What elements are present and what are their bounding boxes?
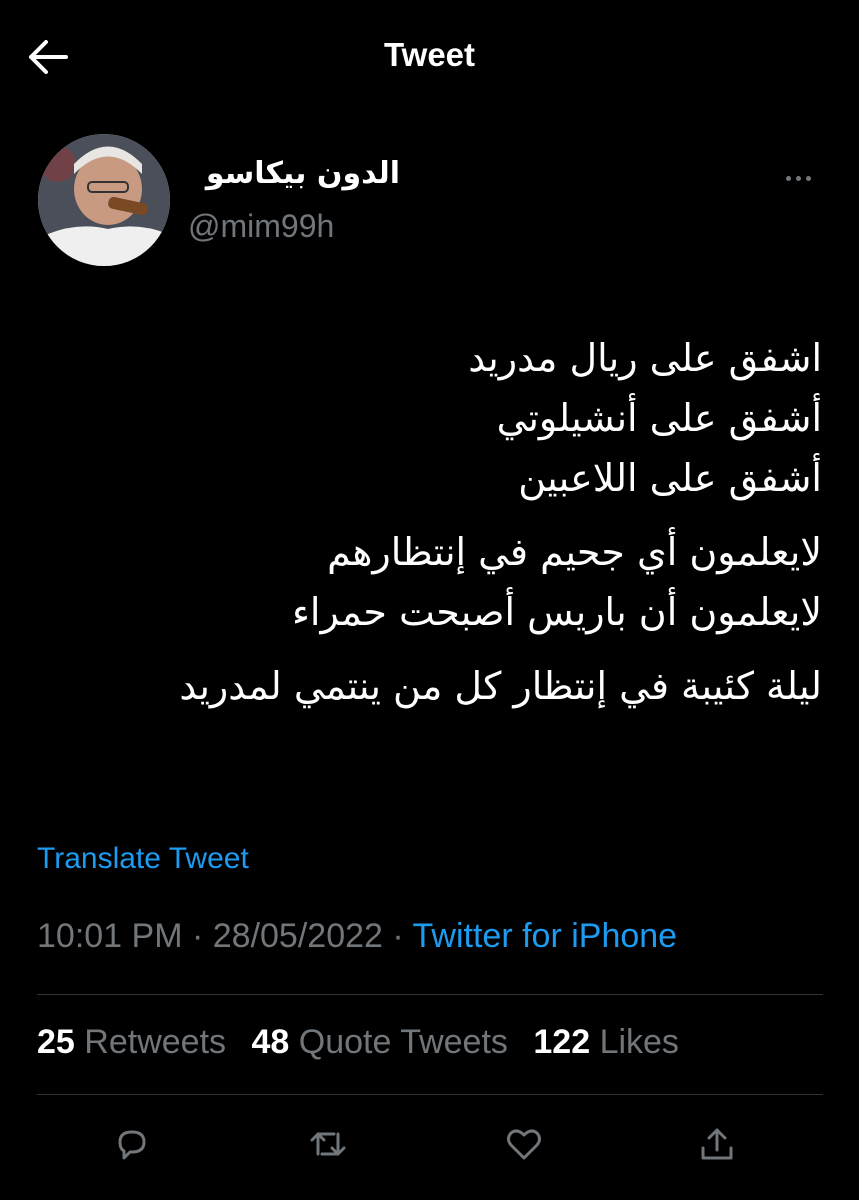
retweet-button[interactable]	[308, 1124, 356, 1172]
tweet-line: اشفق على ريال مدريد	[468, 336, 822, 380]
tweet-line: لايعلمون أن باريس أصبحت حمراء	[292, 590, 822, 634]
meta-separator: ·	[382, 917, 413, 955]
tweet-paragraph: لايعلمون أي جحيم في إنتظارهم لايعلمون أن…	[32, 522, 822, 642]
retweet-icon	[310, 1132, 346, 1156]
tweet-time[interactable]: 10:01 PM	[37, 917, 183, 955]
tweet-line: ليلة كئيبة في إنتظار كل من ينتمي لمدريد	[179, 664, 822, 708]
author-handle[interactable]: @mim99h	[188, 208, 334, 245]
quote-tweets-label: Quote Tweets	[298, 1023, 508, 1061]
likes-count: 122	[533, 1023, 591, 1061]
tweet-paragraph: اشفق على ريال مدريد أشفق على أنشيلوتي أش…	[32, 328, 822, 508]
more-options-button[interactable]	[786, 168, 822, 192]
tweet-line: أشفق على اللاعبين	[518, 456, 822, 500]
divider	[37, 994, 823, 995]
quote-tweets-count: 48	[251, 1023, 290, 1061]
tweet-text: اشفق على ريال مدريد أشفق على أنشيلوتي أش…	[32, 328, 822, 730]
divider	[37, 1094, 823, 1095]
tweet-line: أشفق على أنشيلوتي	[496, 396, 822, 440]
retweets-stat[interactable]: 25 Retweets	[37, 1023, 242, 1061]
like-button[interactable]	[504, 1124, 552, 1172]
meta-separator: ·	[182, 917, 213, 955]
retweets-label: Retweets	[84, 1023, 227, 1061]
quote-tweets-stat[interactable]: 48 Quote Tweets	[251, 1023, 523, 1061]
tweet-meta: 10:01 PM · 28/05/2022 · Twitter for iPho…	[37, 917, 677, 956]
tweet-line: لايعلمون أي جحيم في إنتظارهم	[327, 530, 822, 574]
avatar[interactable]	[38, 134, 170, 266]
reply-icon	[118, 1130, 146, 1160]
reply-button[interactable]	[112, 1124, 160, 1172]
likes-label: Likes	[599, 1023, 679, 1061]
tweet-date[interactable]: 28/05/2022	[213, 917, 383, 955]
avatar-image	[38, 134, 170, 266]
more-dots-icon	[786, 168, 816, 185]
tweet-source-link[interactable]: Twitter for iPhone	[413, 917, 678, 955]
retweets-count: 25	[37, 1023, 75, 1061]
share-button[interactable]	[697, 1124, 745, 1172]
tweet-paragraph: ليلة كئيبة في إنتظار كل من ينتمي لمدريد	[32, 656, 822, 716]
tweet-stats: 25 Retweets 48 Quote Tweets 122 Likes	[37, 1023, 695, 1062]
page-title: Tweet	[383, 36, 476, 73]
heart-icon	[507, 1129, 541, 1160]
likes-stat[interactable]: 122 Likes	[533, 1023, 695, 1061]
share-icon	[701, 1128, 733, 1160]
author-display-name[interactable]: الدون بيكاسو	[170, 156, 400, 191]
translate-tweet-link[interactable]: Translate Tweet	[37, 842, 249, 876]
